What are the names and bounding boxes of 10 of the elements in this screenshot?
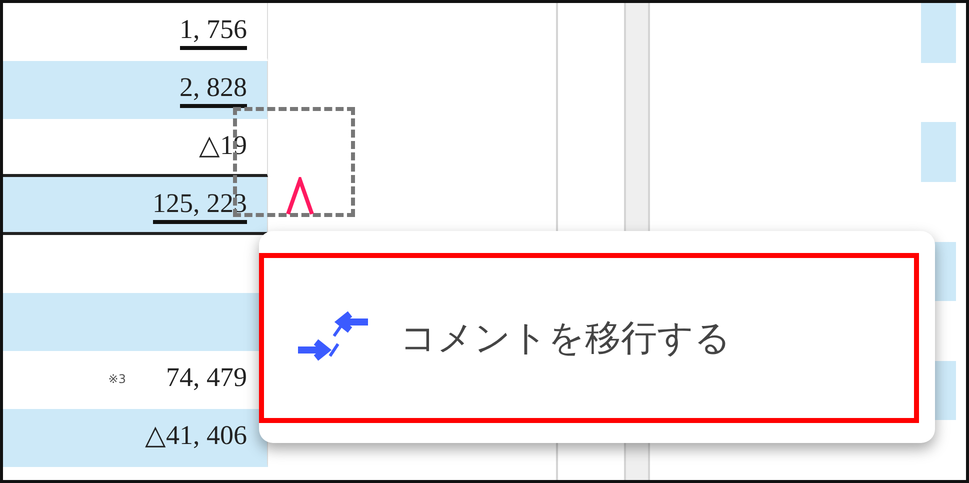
amount-text: 1, 756 (180, 12, 247, 50)
caret-icon (285, 177, 315, 215)
amount-text: 2, 828 (180, 70, 247, 108)
footnote-mark: ※3 (108, 372, 126, 386)
amount-text: 125, 223 (152, 186, 247, 224)
shaded-stripe (921, 122, 956, 182)
shaded-stripe (921, 3, 956, 63)
amount-text: △41, 406 (145, 418, 247, 452)
amount-text: 74, 479 (166, 360, 247, 394)
menu-item[interactable]: コメントを移行する (259, 253, 919, 423)
